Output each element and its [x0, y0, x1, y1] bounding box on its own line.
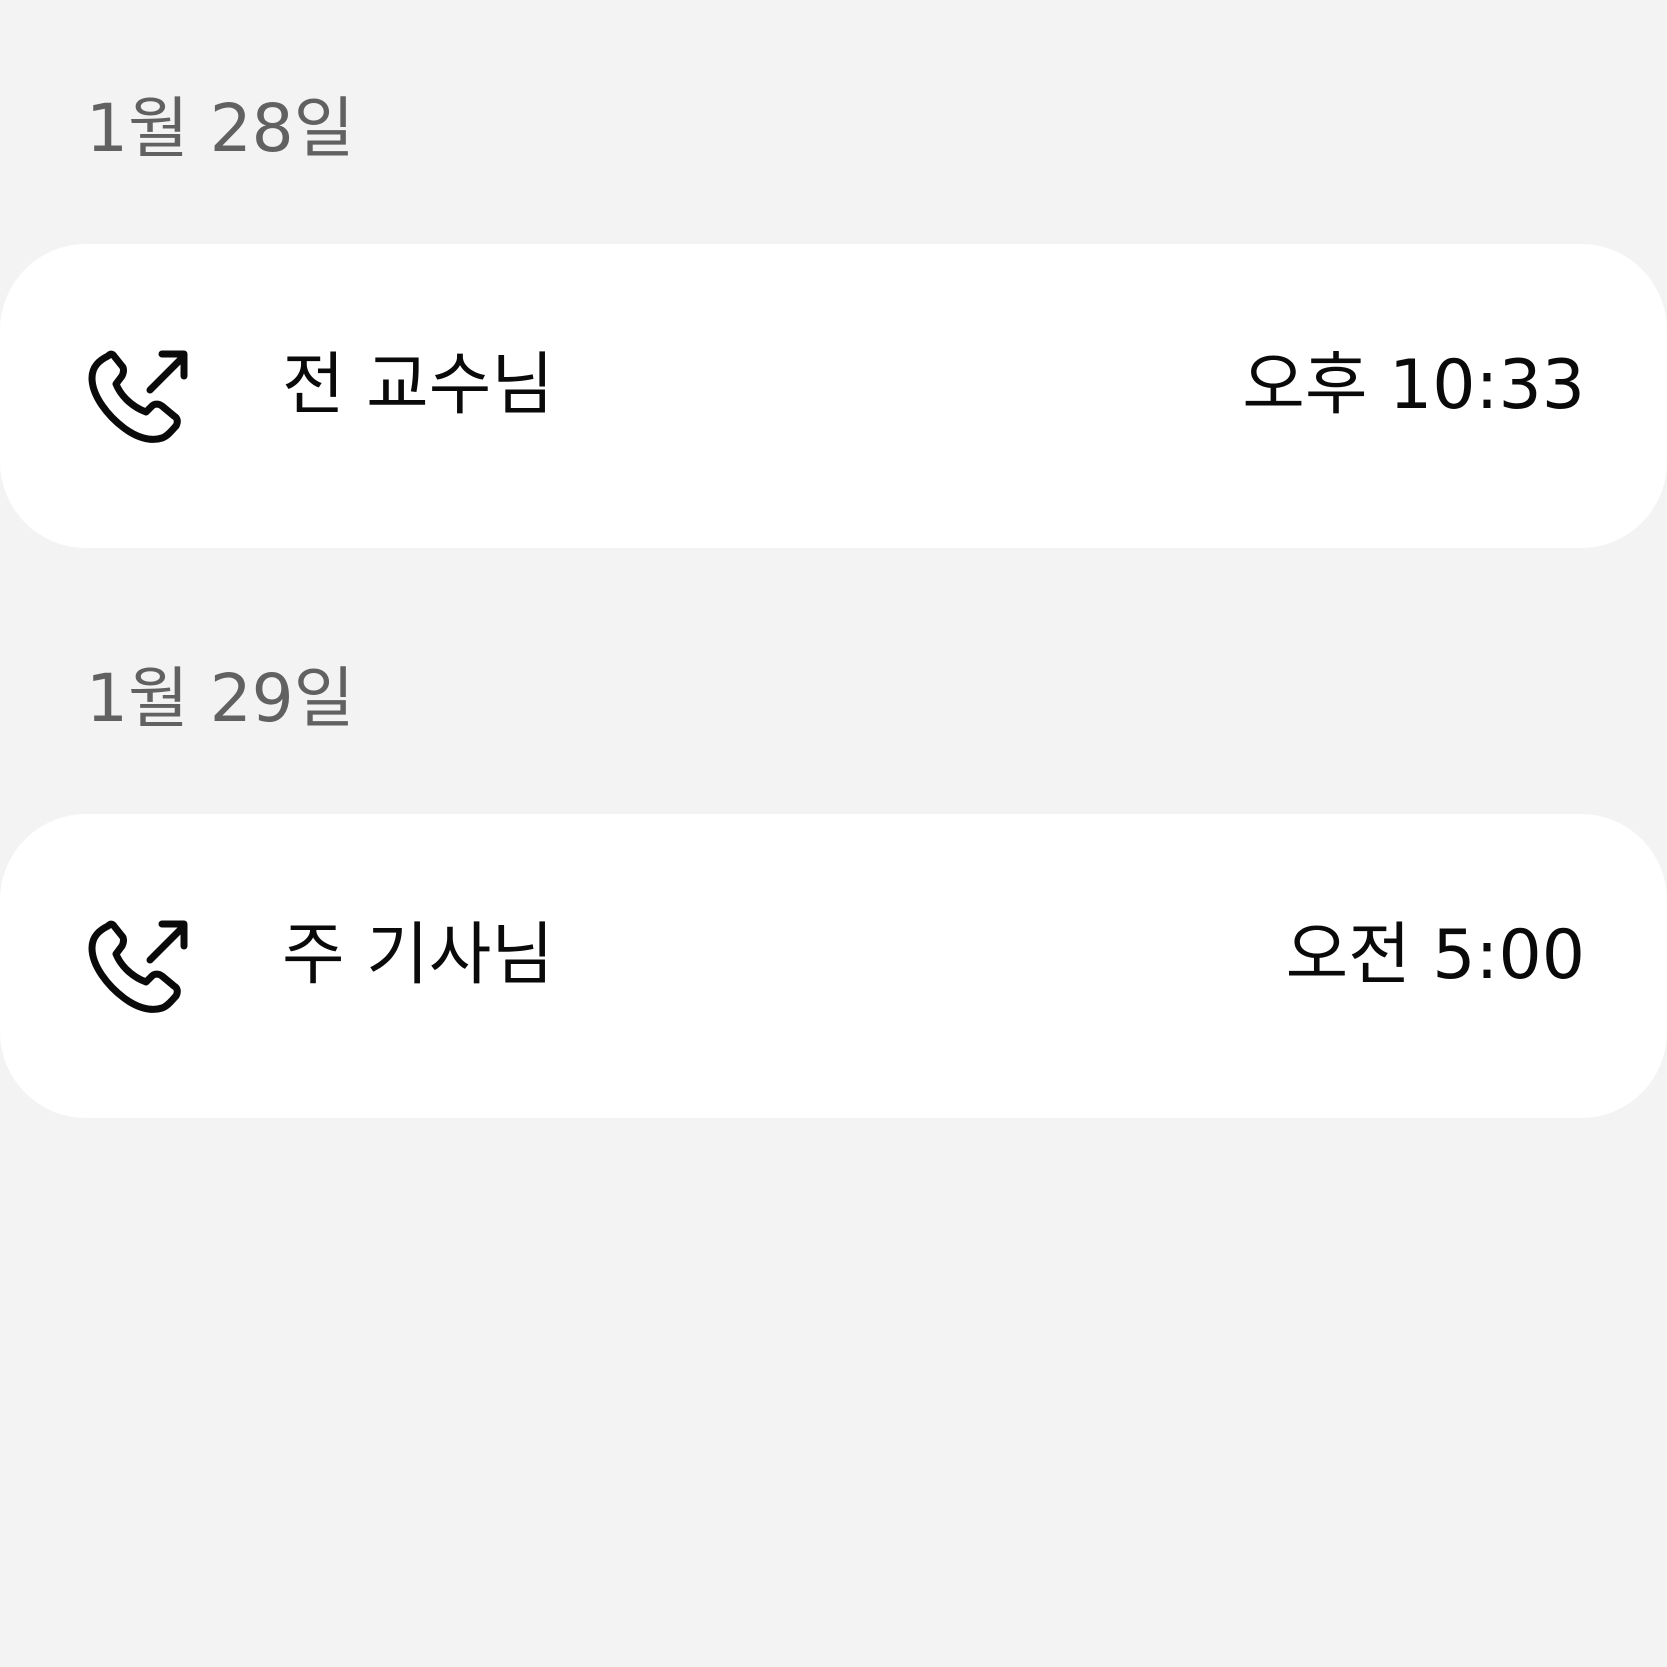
- outgoing-call-icon: [86, 344, 194, 452]
- date-header: 1월 29일: [86, 660, 355, 737]
- call-log-item[interactable]: 전 교수님 오후 10:33: [0, 244, 1667, 548]
- contact-name: 전 교수님: [282, 346, 554, 425]
- contact-name: 주 기사님: [282, 916, 554, 995]
- call-time: 오전 5:00: [1285, 916, 1585, 995]
- outgoing-call-icon: [86, 914, 194, 1022]
- date-header: 1월 28일: [86, 90, 355, 167]
- call-log-item[interactable]: 주 기사님 오전 5:00: [0, 814, 1667, 1118]
- call-time: 오후 10:33: [1242, 346, 1585, 425]
- call-log-screen: 1월 28일 전 교수님 오후 10:33 1월 29일 주 기사님 오전 5:…: [0, 0, 1667, 1667]
